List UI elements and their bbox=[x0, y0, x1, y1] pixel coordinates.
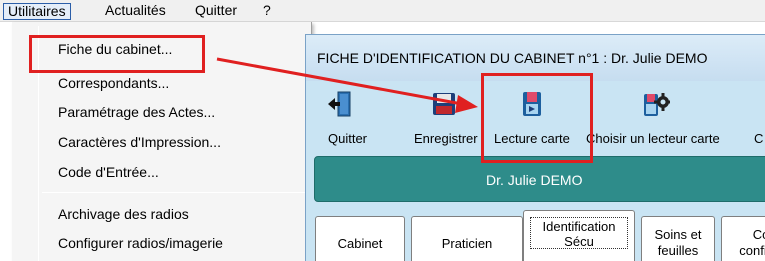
annotation-arrow bbox=[216, 57, 478, 113]
arrow-head bbox=[455, 95, 478, 113]
arrow-line bbox=[216, 57, 463, 106]
